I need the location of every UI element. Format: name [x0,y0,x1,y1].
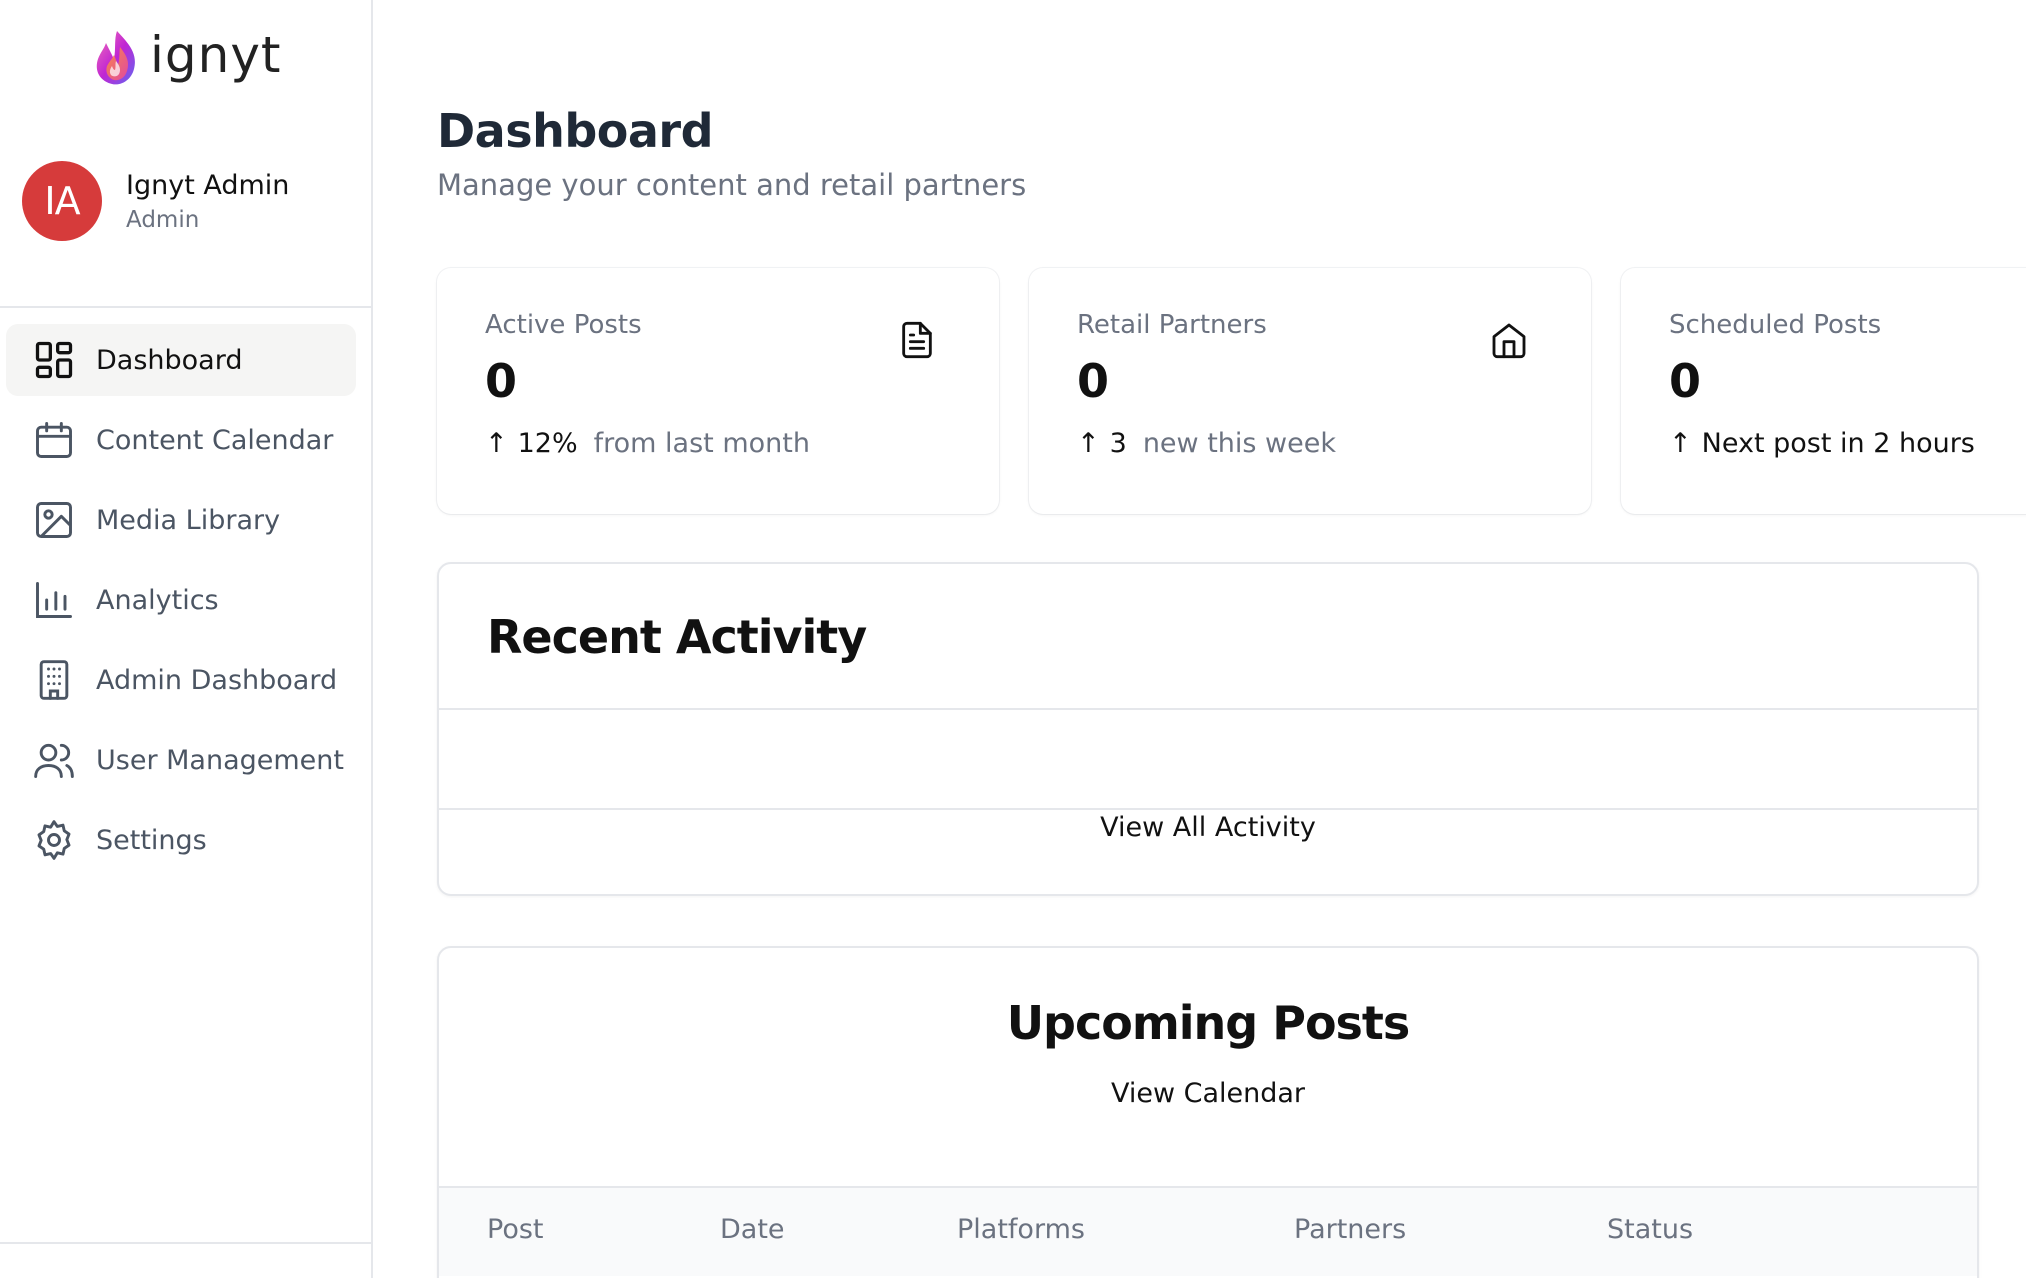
view-calendar-link[interactable]: View Calendar [439,1078,1977,1109]
sidebar-item-settings[interactable]: Settings [6,804,356,876]
profile-name: Ignyt Admin [126,169,290,201]
table-header: Post Date Platforms Partners Status [439,1186,1977,1276]
arrow-up-icon: ↑ [1669,428,1692,459]
stat-trend-value: 12% [517,428,578,459]
stat-trend: ↑ 3 new this week [1077,428,1336,459]
building-icon [32,658,76,702]
view-all-activity-link[interactable]: View All Activity [439,812,1977,843]
avatar: IA [22,161,102,241]
column-header-partners[interactable]: Partners [1294,1214,1406,1245]
upcoming-posts-panel: Upcoming Posts View Calendar Post Date P… [437,946,1979,1278]
column-header-platforms[interactable]: Platforms [957,1214,1085,1245]
sidebar-item-user-management[interactable]: User Management [6,724,356,796]
stat-label: Active Posts [485,310,642,340]
profile-text: Ignyt Admin Admin [126,170,289,233]
sidebar-item-label: Media Library [96,504,281,536]
recent-activity-panel: Recent Activity View All Activity [437,562,1979,896]
sidebar-item-label: User Management [96,744,344,776]
stat-value: 0 [1077,354,1110,408]
column-header-date[interactable]: Date [720,1214,785,1245]
brand-logo[interactable]: ignyt [90,24,282,94]
sidebar-item-label: Settings [96,824,207,856]
page-subtitle: Manage your content and retail partners [437,168,1027,202]
image-icon [32,498,76,542]
document-icon [897,320,937,360]
sidebar-item-label: Analytics [96,584,219,616]
sidebar-item-dashboard[interactable]: Dashboard [6,324,356,396]
sidebar-item-content-calendar[interactable]: Content Calendar [6,404,356,476]
stat-label: Scheduled Posts [1669,310,1882,340]
dashboard-grid-icon [32,338,76,382]
profile-role: Admin [126,206,200,233]
gear-icon [32,818,76,862]
stat-label: Retail Partners [1077,310,1267,340]
column-header-status[interactable]: Status [1607,1214,1693,1245]
main-content: Dashboard Manage your content and retail… [373,0,2026,1278]
sidebar: ignyt IA Ignyt Admin Admin Dashboard Con… [0,0,373,1278]
sidebar-item-label: Dashboard [96,344,243,376]
bar-chart-icon [32,578,76,622]
sidebar-item-label: Content Calendar [96,424,334,456]
stat-card-active-posts: Active Posts 0 ↑ 12% from last month [437,268,999,514]
column-header-post[interactable]: Post [487,1214,544,1245]
upcoming-posts-title: Upcoming Posts [1006,996,1411,1050]
page-title: Dashboard [437,104,714,158]
stat-card-scheduled-posts: Scheduled Posts 0 ↑ Next post in 2 hours [1621,268,2026,514]
sidebar-item-analytics[interactable]: Analytics [6,564,356,636]
stat-trend-value: 3 [1109,428,1127,459]
recent-activity-title: Recent Activity [487,610,867,664]
stat-trend: ↑ Next post in 2 hours [1669,428,1975,459]
arrow-up-icon: ↑ [1077,428,1100,459]
user-profile[interactable]: IA Ignyt Admin Admin [22,161,289,241]
sidebar-item-media-library[interactable]: Media Library [6,484,356,556]
stat-card-retail-partners: Retail Partners 0 ↑ 3 new this week [1029,268,1591,514]
stat-value: 0 [1669,354,1702,408]
home-icon [1489,320,1529,360]
stat-trend-note: from last month [593,428,810,459]
arrow-up-icon: ↑ [485,428,508,459]
sidebar-bottom-divider [0,1242,371,1244]
app-root: ignyt IA Ignyt Admin Admin Dashboard Con… [0,0,2026,1278]
divider [439,808,1977,810]
sidebar-divider [0,306,371,308]
sidebar-nav: Dashboard Content Calendar Media Library [6,324,356,884]
users-icon [32,738,76,782]
flame-logo-icon [96,31,135,85]
stat-trend-value: Next post in 2 hours [1701,428,1975,459]
sidebar-item-admin-dashboard[interactable]: Admin Dashboard [6,644,356,716]
divider [439,708,1977,710]
stat-trend: ↑ 12% from last month [485,428,810,459]
stat-value: 0 [485,354,518,408]
brand-wordmark: ignyt [150,26,282,84]
stat-trend-note: new this week [1142,428,1336,459]
calendar-icon [32,418,76,462]
sidebar-item-label: Admin Dashboard [96,664,338,696]
